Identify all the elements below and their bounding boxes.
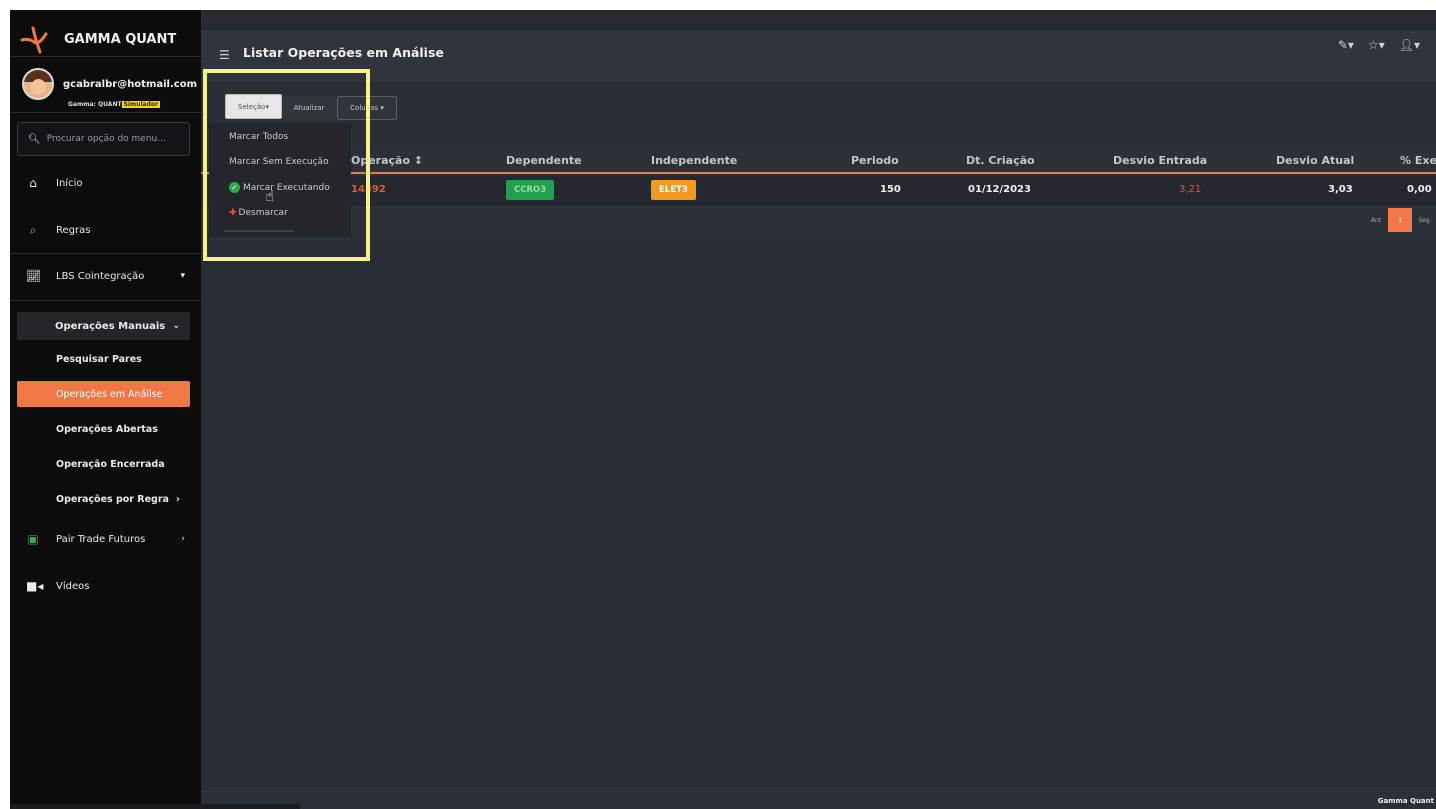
sidebar-item-operacoes-manuais[interactable]: Operações Manuais ⌄: [17, 312, 190, 340]
sidebar-item-operacoes-abertas[interactable]: Operações Abertas: [17, 416, 190, 442]
sidebar-item-operacoes-por-regra[interactable]: Operações por Regra ›: [17, 486, 190, 512]
table-row[interactable]: 14392 CCRO3 ELET3 150 01/12/2023 3,21 3,…: [201, 176, 1436, 206]
divider: [10, 300, 201, 301]
footer-text: Gamma Quant: [1377, 797, 1434, 805]
sidebar-item-label: Operações Manuais: [55, 320, 166, 332]
annotation-highlight-box: [203, 69, 370, 261]
sidebar-item-label: Vídeos: [56, 580, 90, 592]
cell-dt-criacao: 01/12/2023: [968, 184, 1031, 195]
cell-exec: 0,00: [1407, 184, 1432, 195]
sidebar-item-label: Operações por Regra: [56, 493, 169, 505]
user-icon[interactable]: 👤︎▾: [1399, 38, 1420, 52]
sidebar-item-label: Operações em Análise: [56, 388, 163, 400]
sidebar-item-label: Regras: [56, 224, 91, 236]
divider: [10, 112, 201, 113]
sidebar-item-pesquisar-pares[interactable]: Pesquisar Pares: [17, 346, 190, 372]
col-desvio-entrada[interactable]: Desvio Entrada: [1113, 154, 1207, 167]
sidebar-item-inicio[interactable]: ⌂ Início: [10, 166, 201, 200]
main-content: ☰ Listar Operações em Análise ✎▾ ☆▾ 👤︎▾ …: [201, 10, 1436, 809]
sidebar-item-regras[interactable]: ⌕ Regras: [10, 213, 201, 247]
col-exec[interactable]: % Exec: [1400, 154, 1436, 167]
col-desvio-atual[interactable]: Desvio Atual: [1276, 154, 1354, 167]
bottom-bar: [10, 804, 300, 809]
header-tools: ✎▾ ☆▾ 👤︎▾: [1338, 38, 1420, 52]
search-icon: 🔍︎: [28, 133, 41, 145]
sidebar-item-lbs-cointegracao[interactable]: 📈︎ LBS Cointegração ▾: [10, 259, 201, 293]
operations-table: Operação ↕ Dependente Independente Perio…: [201, 148, 1436, 240]
dependente-badge: CCRO3: [506, 180, 555, 200]
line-chart-icon: 📈︎: [26, 269, 42, 283]
sidebar-item-operacao-encerrada[interactable]: Operação Encerrada: [17, 451, 190, 477]
pagination: Ant 1 Seg: [1364, 208, 1436, 232]
brand-name: GAMMA QUANT: [64, 31, 177, 47]
menu-toggle-icon[interactable]: ☰: [219, 48, 230, 62]
sidebar-item-label: Pesquisar Pares: [56, 353, 142, 365]
page-header: ☰ Listar Operações em Análise ✎▾ ☆▾ 👤︎▾: [201, 30, 1436, 82]
top-strip: [201, 10, 1436, 30]
video-camera-icon: ■◂: [26, 579, 44, 593]
star-icon[interactable]: ☆▾: [1368, 38, 1385, 52]
col-dt-criacao[interactable]: Dt. Criação: [966, 154, 1035, 167]
independente-badge: ELET3: [651, 180, 696, 200]
pager-next[interactable]: Seg: [1412, 208, 1436, 232]
sidebar-item-pair-trade-futuros[interactable]: ▣ Pair Trade Futuros ›: [10, 522, 201, 556]
col-periodo[interactable]: Periodo: [851, 154, 899, 167]
sidebar: GAMMA QUANT gcabralbr@hotmail.com Gamma:…: [10, 10, 201, 809]
sidebar-item-label: Operações Abertas: [56, 423, 158, 435]
chevron-right-icon: ›: [175, 493, 180, 505]
user-plan: Gamma: QUANT Simulador: [29, 92, 202, 118]
home-icon: ⌂: [29, 176, 37, 190]
pager-prev[interactable]: Ant: [1364, 208, 1388, 232]
col-dependente[interactable]: Dependente: [506, 154, 582, 167]
sidebar-item-operacoes-em-analise[interactable]: Operações em Análise: [17, 381, 190, 407]
chevron-down-icon: ▾: [180, 271, 185, 281]
sidebar-item-label: Operação Encerrada: [56, 458, 165, 470]
chevron-right-icon: ›: [181, 534, 185, 544]
col-independente[interactable]: Independente: [651, 154, 737, 167]
brush-icon[interactable]: ✎▾: [1338, 38, 1354, 52]
gamma-logo-icon: [20, 26, 48, 54]
pager-current[interactable]: 1: [1388, 208, 1412, 232]
money-icon: ▣: [27, 532, 39, 546]
cell-desvio-entrada: 3,21: [1179, 184, 1202, 195]
divider: [10, 56, 201, 57]
brand[interactable]: GAMMA QUANT: [20, 24, 176, 54]
sidebar-item-label: LBS Cointegração: [56, 270, 145, 282]
chevron-down-icon: ⌄: [172, 321, 180, 331]
user-email: gcabralbr@hotmail.com: [63, 78, 197, 90]
footer: Gamma Quant: [201, 791, 1436, 809]
sidebar-item-videos[interactable]: ■◂ Vídeos: [10, 569, 201, 603]
search-icon: ⌕: [29, 222, 37, 237]
search-placeholder: Procurar opção do menu...: [46, 134, 166, 144]
sidebar-item-label: Pair Trade Futuros: [56, 533, 146, 545]
menu-search-input[interactable]: 🔍︎ Procurar opção do menu...: [17, 122, 190, 156]
table-header: Operação ↕ Dependente Independente Perio…: [201, 148, 1436, 174]
cell-desvio-atual: 3,03: [1328, 184, 1353, 195]
user-profile[interactable]: gcabralbr@hotmail.com Gamma: QUANT Simul…: [22, 68, 197, 108]
plan-prefix: Gamma: QUANT: [68, 101, 122, 108]
sidebar-item-label: Início: [56, 177, 83, 189]
cell-periodo: 150: [880, 184, 901, 195]
divider: [10, 253, 201, 254]
page-title: Listar Operações em Análise: [243, 45, 444, 60]
plan-tag: Simulador: [121, 101, 160, 108]
